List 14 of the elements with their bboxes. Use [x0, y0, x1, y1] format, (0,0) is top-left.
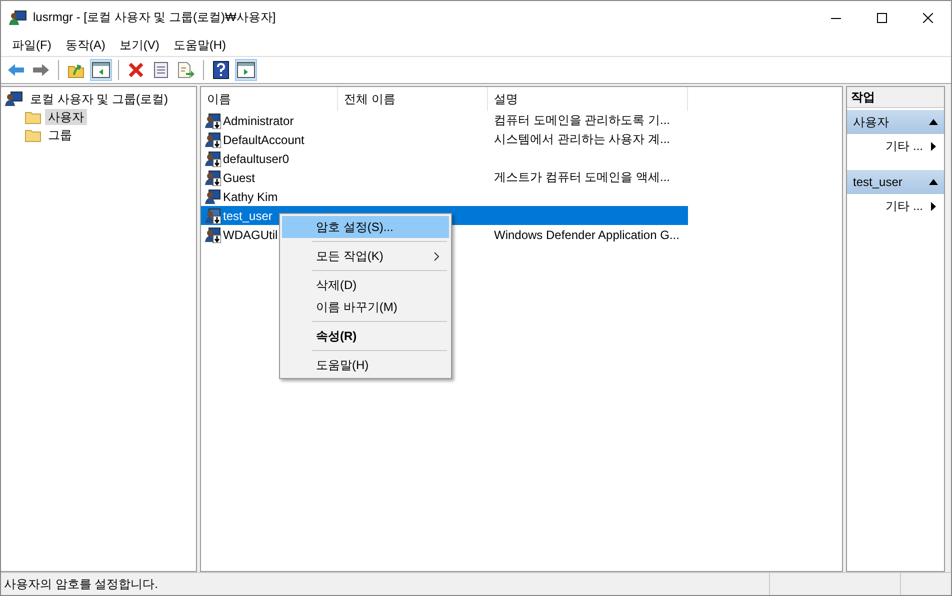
user-name: Administrator	[223, 114, 294, 128]
user-name: DefaultAccount	[223, 132, 304, 146]
user-name: WDAGUtil	[223, 228, 278, 242]
description: 컴퓨터 도메인을 관리하도록 기...	[494, 112, 670, 129]
user-name: Guest	[223, 170, 256, 184]
status-text: 사용자의 암호를 설정합니다.	[4, 576, 158, 592]
window-title: lusrmgr - [로컬 사용자 및 그룹(로컬)₩사용자]	[33, 9, 277, 26]
actions-header: 작업	[847, 87, 944, 108]
description: 시스템에서 관리하는 사용자 계...	[494, 131, 670, 148]
description: 게스트가 컴퓨터 도메인을 액세...	[494, 169, 670, 186]
user-name: defaultuser0	[223, 152, 290, 166]
description: Windows Defender Application G...	[494, 228, 680, 242]
user-name: Kathy Kim	[223, 190, 278, 204]
user-name: test_user	[223, 208, 272, 222]
